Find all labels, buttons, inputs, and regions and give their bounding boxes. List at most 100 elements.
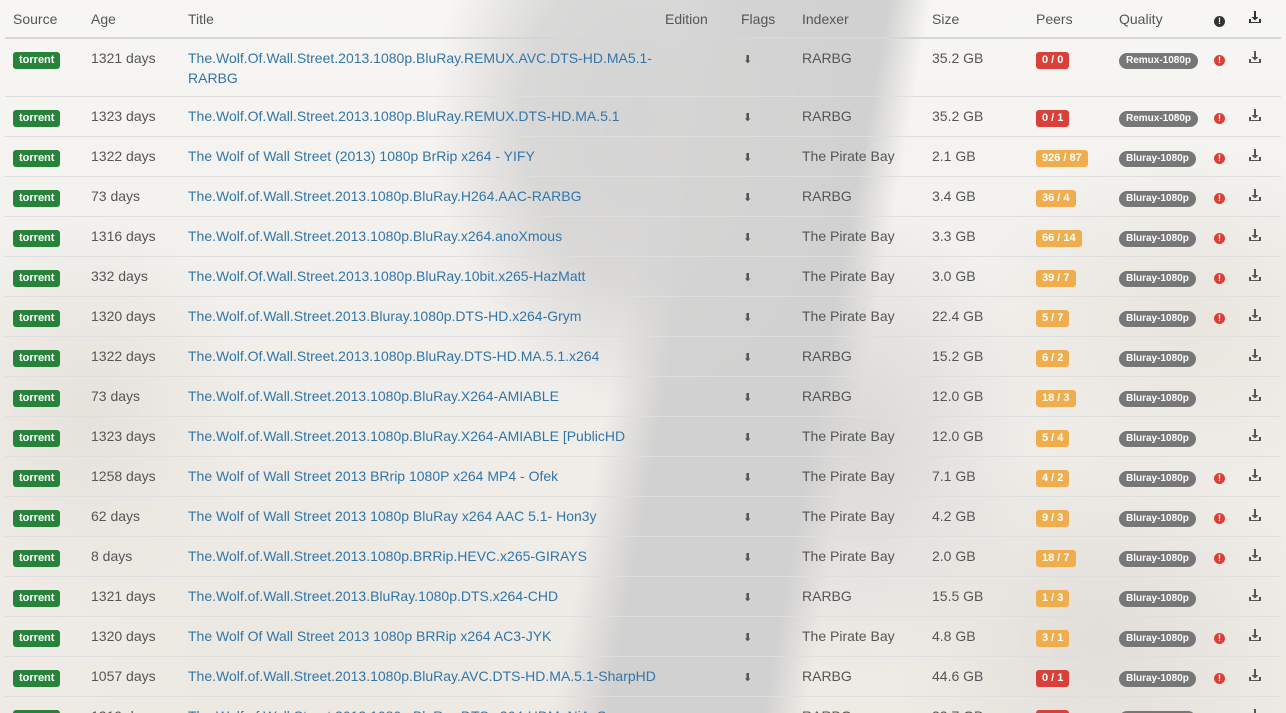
download-icon[interactable]: [1248, 268, 1262, 282]
download-icon[interactable]: [1248, 148, 1262, 162]
quality-badge: Bluray-1080p: [1119, 271, 1196, 287]
release-title-link[interactable]: The.Wolf.of.Wall.Street.2013.1080p.BRRip…: [188, 548, 587, 564]
title-cell: The.Wolf.Of.Wall.Street.2013.1080p.BluRa…: [180, 336, 657, 377]
source-cell: torrent: [5, 37, 83, 97]
column-header-rejections[interactable]: !: [1208, 0, 1242, 39]
download-icon[interactable]: [1248, 508, 1262, 522]
release-title-link[interactable]: The Wolf Of Wall Street 2013 1080p BRRip…: [188, 628, 551, 644]
download-cell: [1242, 256, 1281, 297]
exclamation-circle-icon[interactable]: !: [1214, 153, 1225, 164]
peers-badge: 926 / 87: [1036, 150, 1088, 167]
download-flag-icon: ⬇: [743, 192, 753, 204]
flags-cell: ⬇: [733, 496, 794, 537]
rejection-cell: !: [1208, 176, 1242, 217]
quality-badge: Bluray-1080p: [1119, 191, 1196, 207]
download-icon[interactable]: [1248, 428, 1262, 442]
release-title-link[interactable]: The.Wolf.Of.Wall.Street.2013.1080p.BluRa…: [188, 50, 652, 86]
release-title-link[interactable]: The.Wolf.of.Wall.Street.2013.1080p.BluRa…: [188, 228, 562, 244]
quality-cell: Remux-1080p: [1111, 37, 1208, 97]
download-icon[interactable]: [1248, 308, 1262, 322]
download-icon[interactable]: [1248, 668, 1262, 682]
title-cell: The.Wolf.of.Wall.Street.2013.1080p.BluRa…: [180, 376, 657, 417]
column-header-source[interactable]: Source: [5, 0, 83, 39]
release-title-link[interactable]: The.Wolf.of.Wall.Street.2013.1080p.BluRa…: [188, 188, 581, 204]
flags-cell: ⬇: [733, 96, 794, 137]
release-title-link[interactable]: The Wolf of Wall Street 2013 1080p BluRa…: [188, 508, 597, 524]
exclamation-circle-icon[interactable]: !: [1214, 273, 1225, 284]
download-flag-icon: ⬇: [743, 232, 753, 244]
peers-badge: 18 / 3: [1036, 390, 1076, 407]
age-cell: 1319 days: [83, 696, 180, 713]
download-icon[interactable]: [1248, 348, 1262, 362]
exclamation-circle-icon[interactable]: !: [1214, 673, 1225, 684]
download-cell: [1242, 496, 1281, 537]
exclamation-circle-icon[interactable]: !: [1214, 113, 1225, 124]
release-title-link[interactable]: The Wolf of Wall Street 2013 BRrip 1080P…: [188, 468, 558, 484]
table-row: torrent 1323 days The.Wolf.Of.Wall.Street.…: [5, 96, 1281, 137]
column-header-flags[interactable]: Flags: [733, 0, 794, 39]
download-flag-icon: ⬇: [743, 392, 753, 404]
exclamation-circle-icon[interactable]: !: [1214, 633, 1225, 644]
release-title-link[interactable]: The Wolf of Wall Street (2013) 1080p BrR…: [188, 148, 535, 164]
column-header-download[interactable]: [1242, 0, 1281, 39]
quality-cell: Bluray-1080p: [1111, 256, 1208, 297]
release-title-link[interactable]: The.Wolf.Of.Wall.Street.2013.1080p.BluRa…: [188, 108, 620, 124]
column-header-title[interactable]: Title: [180, 0, 657, 39]
download-cell: [1242, 576, 1281, 617]
peers-cell: 66 / 14: [1028, 216, 1111, 257]
download-icon[interactable]: [1248, 628, 1262, 642]
release-title-link[interactable]: The.Wolf.of.Wall.Street.2013.BluRay.1080…: [188, 588, 558, 604]
title-cell: The Wolf of Wall Street 2013 1080p BluRa…: [180, 496, 657, 537]
size-cell: 22.4 GB: [924, 296, 1028, 337]
download-icon[interactable]: [1248, 228, 1262, 242]
source-cell: torrent: [5, 616, 83, 657]
download-icon[interactable]: [1248, 388, 1262, 402]
peers-badge: 66 / 14: [1036, 230, 1082, 247]
rejection-cell: !: [1208, 656, 1242, 697]
release-title-link[interactable]: The.Wolf.of.Wall.Street.2013.1080p.BluRa…: [188, 428, 625, 444]
size-cell: 2.1 GB: [924, 136, 1028, 177]
download-icon[interactable]: [1248, 588, 1262, 602]
download-icon[interactable]: [1248, 50, 1262, 64]
release-title-link[interactable]: The.Wolf.of.Wall.Street.2013.1080p.BluRa…: [188, 668, 656, 684]
indexer-cell: RARBG: [794, 336, 924, 377]
release-title-link[interactable]: The.Wolf.of.Wall.Street.2013.1080p.BluRa…: [188, 388, 559, 404]
download-icon[interactable]: [1248, 188, 1262, 202]
download-flag-icon: ⬇: [743, 312, 753, 324]
exclamation-circle-icon[interactable]: !: [1214, 473, 1225, 484]
age-cell: 1322 days: [83, 136, 180, 177]
rejection-cell: !: [1208, 456, 1242, 497]
column-header-quality[interactable]: Quality: [1111, 0, 1208, 39]
download-cell: [1242, 136, 1281, 177]
rejection-cell: !: [1208, 496, 1242, 537]
exclamation-circle-icon[interactable]: !: [1214, 55, 1225, 66]
download-cell: [1242, 616, 1281, 657]
flags-cell: ⬇: [733, 376, 794, 417]
column-header-edition[interactable]: Edition: [657, 0, 733, 39]
column-header-indexer[interactable]: Indexer: [794, 0, 924, 39]
flags-cell: ⬇: [733, 37, 794, 97]
size-cell: 4.2 GB: [924, 496, 1028, 537]
source-badge: torrent: [13, 550, 61, 567]
download-icon[interactable]: [1248, 548, 1262, 562]
download-icon[interactable]: [1248, 108, 1262, 122]
exclamation-circle-icon[interactable]: !: [1214, 313, 1225, 324]
size-cell: 3.4 GB: [924, 176, 1028, 217]
exclamation-circle-icon[interactable]: !: [1214, 193, 1225, 204]
exclamation-circle-icon[interactable]: !: [1214, 513, 1225, 524]
peers-badge: 0 / 1: [1036, 110, 1070, 127]
release-title-link[interactable]: The.Wolf.Of.Wall.Street.2013.1080p.BluRa…: [188, 268, 585, 284]
release-title-link[interactable]: The.Wolf.of.Wall.Street.2013.1080p.BluRa…: [188, 708, 606, 713]
download-icon[interactable]: [1248, 468, 1262, 482]
column-header-size[interactable]: Size: [924, 0, 1028, 39]
exclamation-circle-icon[interactable]: !: [1214, 553, 1225, 564]
release-title-link[interactable]: The.Wolf.of.Wall.Street.2013.Bluray.1080…: [188, 308, 581, 324]
title-cell: The.Wolf.of.Wall.Street.2013.BluRay.1080…: [180, 576, 657, 617]
column-header-age[interactable]: Age: [83, 0, 180, 39]
title-cell: The.Wolf.of.Wall.Street.2013.1080p.BluRa…: [180, 416, 657, 457]
download-icon[interactable]: [1248, 708, 1262, 713]
column-header-peers[interactable]: Peers: [1028, 0, 1111, 39]
exclamation-circle-icon[interactable]: !: [1214, 233, 1225, 244]
source-badge: torrent: [13, 270, 61, 287]
release-title-link[interactable]: The.Wolf.Of.Wall.Street.2013.1080p.BluRa…: [188, 348, 599, 364]
